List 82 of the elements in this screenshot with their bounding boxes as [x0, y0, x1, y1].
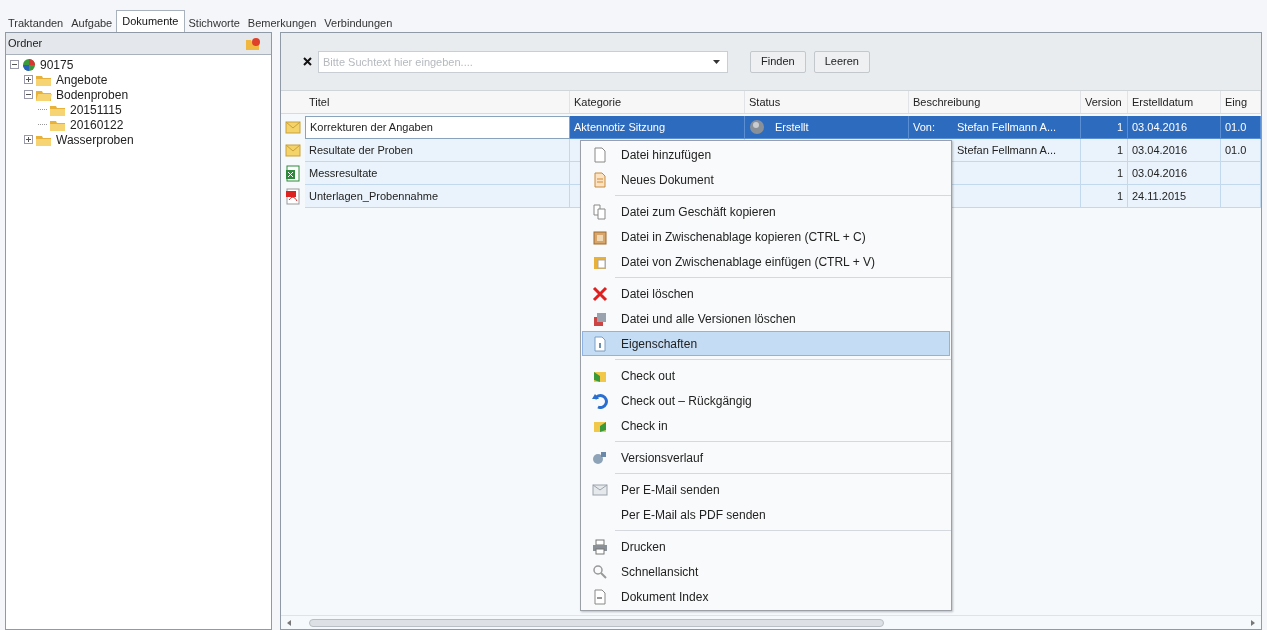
version-history-icon: [592, 449, 608, 466]
menu-item[interactable]: Datei in Zwischenablage kopieren (CTRL + C): [582, 224, 950, 249]
search-action-button[interactable]: Finden: [750, 50, 806, 73]
printer-icon: [592, 538, 608, 555]
table-cell: Resultate der Proben: [305, 139, 570, 162]
tab[interactable]: Stichworte: [184, 14, 244, 32]
delete-versions-icon: [592, 310, 608, 327]
menu-item[interactable]: Datei von Zwischenablage einfügen (CTRL + V): [582, 249, 950, 274]
table-cell: 03.04.2016: [1128, 116, 1221, 139]
clipboard-icon: [592, 228, 608, 245]
document-index-icon: [592, 588, 608, 605]
copy-icon: [592, 203, 608, 220]
dropdown-icon[interactable]: [713, 59, 720, 64]
tab[interactable]: Bemerkungen: [243, 14, 321, 32]
envelope-icon: [285, 119, 301, 136]
table-cell: 01.0: [1221, 116, 1261, 139]
page-icon: [592, 146, 608, 163]
menu-item[interactable]: Drucken: [582, 534, 950, 559]
table-cell: 1: [1081, 116, 1128, 139]
tab[interactable]: Aufgabe: [67, 14, 117, 32]
menu-item[interactable]: Datei hinzufügen: [582, 142, 950, 167]
undo-icon: [592, 392, 608, 409]
tab[interactable]: Dokumente: [116, 10, 185, 32]
spreadsheet-icon: [285, 165, 301, 182]
table-cell: Aktennotiz Sitzung: [570, 116, 745, 139]
menu-item[interactable]: Datei und alle Versionen löschen: [582, 306, 950, 331]
expand-toggle-icon[interactable]: [24, 75, 33, 84]
menu-item[interactable]: Check in: [582, 413, 950, 438]
menu-item[interactable]: Per E-Mail als PDF senden: [582, 502, 950, 527]
properties-icon: [592, 335, 608, 352]
table-cell: 03.04.2016: [1128, 162, 1221, 185]
column-header[interactable]: Erstelldatum: [1128, 91, 1221, 113]
new-document-icon: [592, 171, 608, 188]
cell-text: Erstellt: [775, 119, 809, 135]
menu-item[interactable]: Check out: [582, 363, 950, 388]
column-header[interactable]: Titel: [305, 91, 570, 113]
envelope-icon: [285, 142, 301, 159]
table-cell: 03.04.2016: [1128, 139, 1221, 162]
cell-text: Stefan Fellmann A...: [957, 119, 1057, 135]
folder-add-icon[interactable]: [245, 36, 261, 51]
tab[interactable]: Verbindungen: [320, 14, 397, 32]
menu-item[interactable]: Datei löschen: [582, 281, 950, 306]
collapse-toggle-icon[interactable]: [24, 90, 33, 99]
pdf-icon: [285, 188, 301, 205]
panel-title: Ordner: [8, 36, 43, 52]
column-header[interactable]: Beschreibung: [909, 91, 1081, 113]
tab[interactable]: Traktanden: [4, 14, 68, 32]
menu-item[interactable]: Neues Dokument: [582, 167, 950, 192]
search-field[interactable]: Bitte Suchtext hier eingeben....: [318, 50, 728, 73]
search-action-button[interactable]: Leeren: [813, 50, 870, 73]
table-cell: 1: [1081, 185, 1128, 208]
menu-item[interactable]: Dokument Index: [582, 584, 950, 609]
column-header[interactable]: Status: [745, 91, 909, 113]
cell-text: Stefan Fellmann A...: [957, 142, 1057, 158]
description-prefix: Von:: [913, 119, 937, 135]
table-cell: 1: [1081, 139, 1128, 162]
column-header[interactable]: Version: [1081, 91, 1128, 113]
menu-item[interactable]: Schnellansicht: [582, 559, 950, 584]
table-cell: Korrekturen der Angaben: [305, 116, 570, 139]
delete-icon: [592, 285, 608, 302]
table-cell: Messresultate: [305, 162, 570, 185]
status-icon: [749, 119, 765, 135]
table-cell: 24.11.2015: [1128, 185, 1221, 208]
column-header[interactable]: Kategorie: [570, 91, 745, 113]
menu-item[interactable]: Eigenschaften: [582, 331, 950, 356]
collapse-toggle-icon[interactable]: [10, 60, 19, 69]
scroll-left-icon[interactable]: [287, 619, 291, 626]
scrollbar-thumb[interactable]: [309, 618, 884, 627]
envelope-icon: [592, 481, 608, 498]
menu-item[interactable]: Versionsverlauf: [582, 445, 950, 470]
table-cell: Unterlagen_Probennahme: [305, 185, 570, 208]
magnifier-icon: [592, 563, 608, 580]
project-icon: [21, 57, 37, 72]
menu-item[interactable]: Check out – Rückgängig: [582, 388, 950, 413]
menu-item[interactable]: Datei zum Geschäft kopieren: [582, 199, 950, 224]
scroll-right-icon[interactable]: [1251, 619, 1255, 626]
menu-item[interactable]: Per E-Mail senden: [582, 477, 950, 502]
column-header[interactable]: Eing: [1221, 91, 1261, 113]
table-cell: 1: [1081, 162, 1128, 185]
expand-toggle-icon[interactable]: [24, 135, 33, 144]
clear-search-icon[interactable]: [303, 57, 312, 66]
table-cell: 01.0: [1221, 139, 1261, 162]
